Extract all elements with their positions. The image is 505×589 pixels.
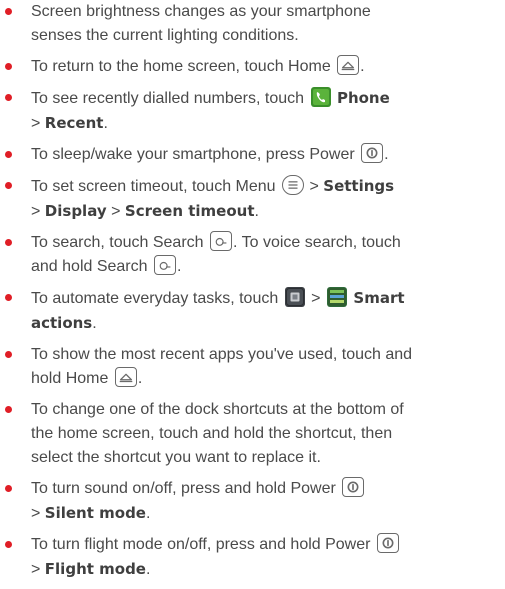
tip-text: To search, touch Search — [31, 234, 204, 251]
list-item: Screen brightness changes as your smartp… — [0, 0, 505, 48]
menu-key-icon — [282, 175, 305, 196]
actions-label: actions — [31, 314, 93, 332]
tip-text: . To voice search, touch — [233, 234, 401, 251]
flight-mode-label: Flight mode — [44, 560, 146, 578]
separator: > — [309, 178, 319, 195]
list-item: To sleep/wake your smartphone, press Pow… — [0, 143, 505, 167]
separator: > — [111, 203, 121, 220]
power-key-icon — [361, 143, 384, 164]
phone-app-icon — [310, 87, 331, 108]
settings-label: Settings — [323, 177, 395, 195]
tip-text: To automate everyday tasks, touch — [31, 290, 279, 307]
tip-text: the home screen, touch and hold the shor… — [31, 425, 393, 442]
app-tray-icon — [284, 287, 305, 308]
tip-text: To see recently dialled numbers, touch — [31, 90, 305, 107]
bullet-icon — [5, 485, 12, 492]
phone-label: Phone — [336, 89, 390, 107]
tip-text: To turn sound on/off, press and hold Pow… — [31, 480, 336, 497]
recent-label: Recent — [44, 114, 104, 132]
list-item: To automate everyday tasks, touch > Smar… — [0, 286, 505, 336]
list-item: To return to the home screen, touch Home… — [0, 55, 505, 79]
home-key-icon — [114, 367, 137, 388]
power-key-icon — [376, 533, 399, 554]
screen-timeout-label: Screen timeout — [124, 202, 255, 220]
list-item: To show the most recent apps you've used… — [0, 343, 505, 391]
list-item: To change one of the dock shortcuts at t… — [0, 398, 505, 470]
list-item: To set screen timeout, touch Menu > Sett… — [0, 174, 505, 224]
tip-text: . — [92, 315, 97, 332]
list-item: To see recently dialled numbers, touch P… — [0, 86, 505, 136]
tip-text: . — [254, 203, 259, 220]
tip-text: . — [103, 115, 108, 132]
list-item: To turn flight mode on/off, press and ho… — [0, 533, 505, 582]
bullet-icon — [5, 63, 12, 70]
tip-text: . — [137, 370, 143, 387]
bullet-icon — [5, 294, 12, 301]
separator: > — [311, 290, 321, 307]
smart-label: Smart — [353, 289, 405, 307]
tip-text: . — [145, 505, 151, 522]
tip-text: . — [360, 58, 365, 75]
help-page: Screen brightness changes as your smartp… — [0, 0, 505, 584]
tip-text: hold Home — [31, 370, 109, 387]
tip-text: To return to the home screen, touch Home — [31, 58, 331, 75]
tip-text: To show the most recent apps you've used… — [31, 346, 413, 363]
bullet-icon — [5, 94, 12, 101]
bullet-icon — [5, 406, 12, 413]
tip-text: . — [145, 561, 151, 578]
tip-text: To set screen timeout, touch Menu — [31, 178, 276, 195]
search-key-icon — [210, 231, 232, 252]
power-key-icon — [342, 477, 365, 498]
tips-list: Screen brightness changes as your smartp… — [0, 0, 505, 589]
separator: > — [31, 115, 41, 132]
tip-text: To turn flight mode on/off, press and ho… — [31, 536, 371, 553]
bullet-icon — [5, 8, 12, 15]
smart-actions-icon — [326, 287, 347, 308]
bullet-icon — [5, 351, 12, 358]
tip-text: select the shortcut you want to replace … — [31, 449, 321, 466]
display-label: Display — [44, 202, 107, 220]
separator: > — [31, 203, 41, 220]
separator: > — [31, 561, 41, 578]
silent-mode-label: Silent mode — [44, 504, 146, 522]
list-item: To search, touch Search . To voice searc… — [0, 231, 505, 279]
home-key-icon — [337, 55, 360, 76]
bullet-icon — [5, 239, 12, 246]
separator: > — [31, 505, 41, 522]
bullet-icon — [5, 541, 12, 548]
bullet-icon — [5, 151, 12, 158]
tip-text: senses the current lighting conditions. — [31, 27, 299, 44]
search-key-icon — [153, 255, 176, 276]
tip-text: . — [384, 146, 389, 163]
tip-text: To change one of the dock shortcuts at t… — [31, 401, 404, 418]
tip-text: . — [176, 258, 182, 275]
tip-text: Screen brightness changes as your smartp… — [31, 3, 371, 20]
tip-text: To sleep/wake your smartphone, press Pow… — [31, 146, 355, 163]
bullet-icon — [5, 182, 12, 189]
list-item: To turn sound on/off, press and hold Pow… — [0, 477, 505, 526]
tip-text: and hold Search — [31, 258, 148, 275]
